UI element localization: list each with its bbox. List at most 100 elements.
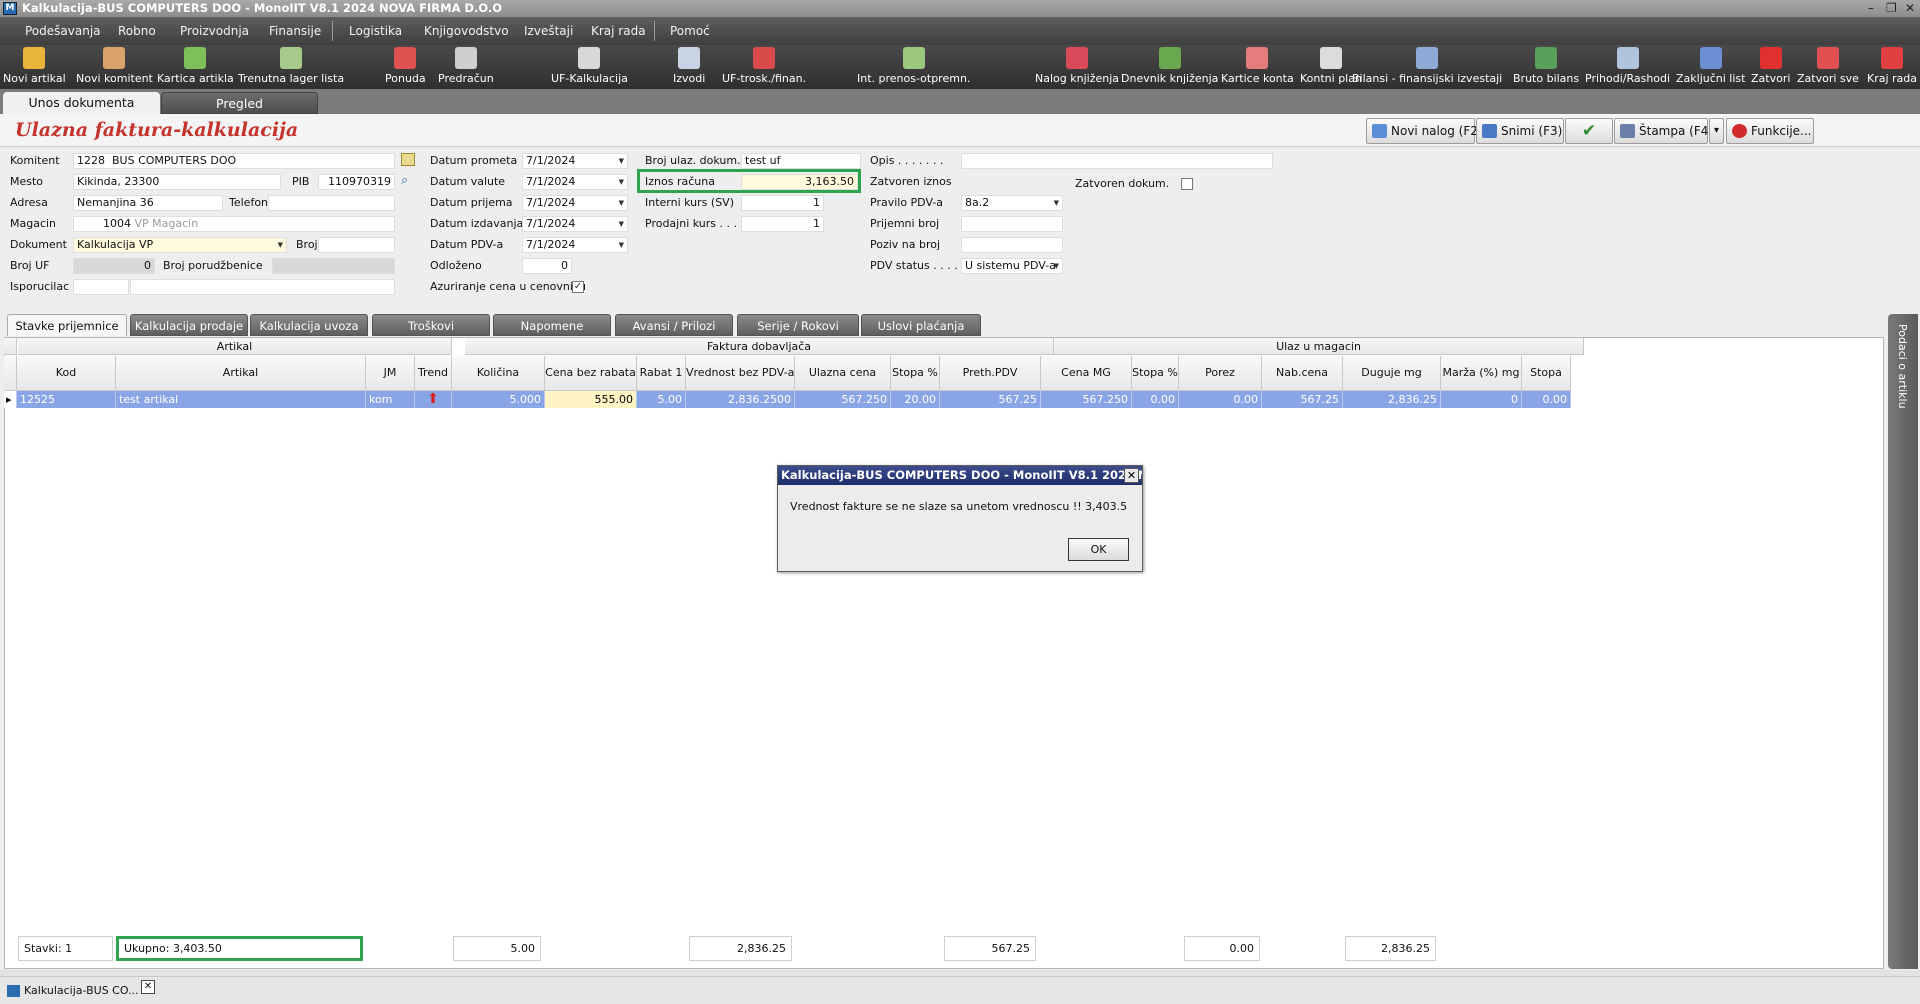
opis-field[interactable] bbox=[961, 153, 1273, 169]
toolbar-button-article-card[interactable]: Kartica artikla bbox=[157, 47, 234, 85]
datum-prometa-field[interactable]: 7/1/2024 ▼ bbox=[522, 153, 628, 169]
column-header[interactable]: Preth.PDV bbox=[940, 356, 1041, 391]
subtab-6[interactable]: Avansi / Prilozi bbox=[615, 314, 733, 336]
prodajni-kurs-field[interactable]: 1 bbox=[741, 216, 824, 232]
column-header[interactable]: JM bbox=[366, 356, 415, 391]
toolbar-button-expenses[interactable]: UF-trosk./finan. bbox=[722, 47, 806, 85]
subtab-8[interactable]: Uslovi plaćanja bbox=[861, 314, 981, 336]
column-header[interactable]: Stopa bbox=[1522, 356, 1571, 391]
datum-izdavanja-field[interactable]: 7/1/2024 ▼ bbox=[522, 216, 628, 232]
isporucilac-field[interactable] bbox=[130, 279, 395, 295]
odlozeno-field[interactable]: 0 bbox=[522, 258, 572, 274]
menu-pomoc[interactable]: Pomoć bbox=[670, 24, 710, 38]
grid-cell-rabat[interactable]: 5.00 bbox=[637, 391, 686, 408]
column-header[interactable]: Marža (%) mg bbox=[1441, 356, 1522, 391]
column-header[interactable]: Trend bbox=[415, 356, 452, 391]
toolbar-button-balance-sheets[interactable]: Bilansi - finansijski izvestaji bbox=[1352, 47, 1502, 85]
grid-cell-kolicina[interactable]: 5.000 bbox=[452, 391, 545, 408]
iznos-racuna-field[interactable]: 3,163.50 bbox=[741, 174, 858, 190]
subtab-4[interactable]: Troškovi bbox=[372, 314, 490, 336]
pdv-status-select[interactable]: U sistemu PDV-a ▼ bbox=[961, 258, 1063, 274]
toolbar-button-gross-balance[interactable]: Bruto bilans bbox=[1513, 47, 1579, 85]
column-header[interactable]: Nab.cena bbox=[1262, 356, 1343, 391]
zatvoren-dokum-checkbox[interactable] bbox=[1181, 178, 1193, 190]
pib-field[interactable]: 110970319 bbox=[318, 174, 395, 190]
menu-podesavanja[interactable]: Podešavanja bbox=[25, 24, 101, 38]
menu-logistika[interactable]: Logistika bbox=[349, 24, 402, 38]
toolbar-button-new-article[interactable]: Novi artikal bbox=[3, 47, 66, 85]
subtab-3[interactable]: Kalkulacija uvoza bbox=[250, 314, 368, 336]
print-dropdown-button[interactable]: ▾ bbox=[1709, 118, 1724, 144]
new-order-button[interactable]: Novi nalog (F2) bbox=[1366, 118, 1483, 144]
column-header[interactable]: Porez bbox=[1179, 356, 1262, 391]
trend-up-arrow-icon[interactable]: ⬆ bbox=[415, 391, 452, 408]
mesto-field[interactable]: Kikinda, 23300 bbox=[73, 174, 281, 190]
broj-ulaz-field[interactable]: test uf bbox=[741, 153, 861, 169]
column-header[interactable]: Količina bbox=[452, 356, 545, 391]
grid-cell-stopa2[interactable]: 0.00 bbox=[1132, 391, 1179, 408]
grid-cell-preth[interactable]: 567.25 bbox=[940, 391, 1041, 408]
column-header[interactable]: Stopa % bbox=[1132, 356, 1179, 391]
grid-cell-porez[interactable]: 0.00 bbox=[1179, 391, 1262, 408]
toolbar-button-exit-power[interactable]: Kraj rada bbox=[1867, 47, 1917, 85]
ok-button[interactable]: OK bbox=[1068, 538, 1129, 561]
komitent-field[interactable]: 1228 BUS COMPUTERS DOO bbox=[73, 153, 395, 169]
tab-pregled[interactable]: Pregled bbox=[161, 92, 318, 114]
toolbar-button-close-all[interactable]: Zatvori sve bbox=[1797, 47, 1859, 85]
menu-proizvodnja[interactable]: Proizvodnja bbox=[180, 24, 249, 38]
pravilo-pdv-select[interactable]: 8a.2 ▼ bbox=[961, 195, 1063, 211]
column-header[interactable]: Duguje mg bbox=[1343, 356, 1441, 391]
azuriranje-checkbox[interactable]: ✓ bbox=[572, 281, 584, 293]
column-header[interactable]: Cena MG bbox=[1041, 356, 1132, 391]
subtab-2[interactable]: Kalkulacija prodaje bbox=[130, 314, 248, 336]
magacin-field[interactable]: 1004 VP Magacin bbox=[73, 216, 395, 232]
grid-cell-stopa[interactable]: 20.00 bbox=[891, 391, 940, 408]
adresa-field[interactable]: Nemanjina 36 bbox=[73, 195, 223, 211]
subtab-7[interactable]: Serije / Rokovi trajanja bbox=[737, 314, 859, 355]
column-header[interactable]: Ulazna cena bbox=[795, 356, 891, 391]
toolbar-button-close-red[interactable]: Zatvori bbox=[1751, 47, 1790, 85]
window-close-button[interactable]: ✕ bbox=[1905, 0, 1915, 17]
grid-cell-marza[interactable]: 0 bbox=[1441, 391, 1522, 408]
grid-cell-cenamg[interactable]: 567.250 bbox=[1041, 391, 1132, 408]
grid-cell-artikal[interactable]: test artikal bbox=[116, 391, 366, 408]
functions-button[interactable]: Funkcije... bbox=[1726, 118, 1814, 144]
grid-cell-cena[interactable]: 555.00 bbox=[545, 391, 637, 408]
poziv-na-broj-field[interactable] bbox=[961, 237, 1063, 253]
telefon-field[interactable] bbox=[268, 195, 395, 211]
partner-lookup-icon[interactable] bbox=[401, 153, 415, 166]
datum-pdv-field[interactable]: 7/1/2024 ▼ bbox=[522, 237, 628, 253]
interni-kurs-field[interactable]: 1 bbox=[741, 195, 824, 211]
menu-knjigovodstvo[interactable]: Knjigovodstvo bbox=[424, 24, 509, 38]
broj-field[interactable] bbox=[318, 237, 395, 253]
toolbar-button-posting-order[interactable]: Nalog knjiženja bbox=[1035, 47, 1119, 85]
save-button[interactable]: Snimi (F3) bbox=[1476, 118, 1564, 144]
toolbar-button-calculation[interactable]: UF-Kalkulacija bbox=[551, 47, 628, 85]
column-header[interactable]: Stopa % bbox=[891, 356, 940, 391]
print-button[interactable]: Štampa (F4) bbox=[1614, 118, 1713, 144]
article-info-panel[interactable]: Podaci o artiklu bbox=[1888, 314, 1918, 969]
subtab-5[interactable]: Napomene bbox=[493, 314, 611, 336]
grid-cell-ulazna[interactable]: 567.250 bbox=[795, 391, 891, 408]
menu-finansije[interactable]: Finansije bbox=[269, 24, 321, 38]
isporucilac-code-field[interactable] bbox=[73, 279, 129, 295]
search-icon[interactable]: ⌕ bbox=[401, 173, 408, 188]
menu-robno[interactable]: Robno bbox=[118, 24, 156, 38]
toolbar-button-closing-sheet[interactable]: Zaključni list bbox=[1676, 47, 1745, 85]
column-header[interactable]: Kod bbox=[17, 356, 116, 391]
grid-cell-nab[interactable]: 567.25 bbox=[1262, 391, 1343, 408]
dialog-close-button[interactable]: ✕ bbox=[1124, 468, 1139, 483]
taskbar-item[interactable]: Kalkulacija-BUS CO... bbox=[4, 981, 159, 1001]
toolbar-button-transfer[interactable]: Int. prenos-otpremn. bbox=[857, 47, 970, 85]
grid-cell-vrednost[interactable]: 2,836.2500 bbox=[686, 391, 795, 408]
grid-cell-duguje[interactable]: 2,836.25 bbox=[1343, 391, 1441, 408]
column-header[interactable]: Rabat 1 bbox=[637, 356, 686, 391]
column-header[interactable]: Artikal bbox=[116, 356, 366, 391]
datum-prijema-field[interactable]: 7/1/2024 ▼ bbox=[522, 195, 628, 211]
toolbar-button-income-expense[interactable]: Prihodi/Rashodi bbox=[1585, 47, 1670, 85]
toolbar-button-offer[interactable]: Ponuda bbox=[385, 47, 426, 85]
confirm-button[interactable]: ✔ bbox=[1565, 118, 1613, 144]
subtab-1[interactable]: Stavke prijemnice bbox=[7, 314, 127, 336]
tab-unos-dokumenta[interactable]: Unos dokumenta bbox=[3, 92, 160, 114]
prijemni-broj-field[interactable] bbox=[961, 216, 1063, 232]
